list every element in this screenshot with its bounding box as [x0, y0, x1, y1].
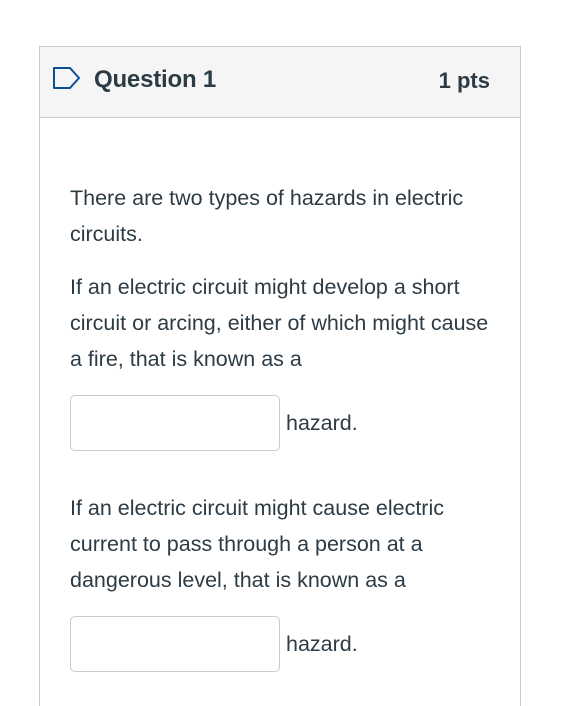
blank-1-row: hazard.: [70, 394, 498, 452]
flag-question-icon[interactable]: [52, 66, 82, 90]
question-title: Question 1: [94, 66, 217, 93]
prompt-1-text: If an electric circuit might develop a s…: [70, 275, 489, 371]
prompt-2-text: If an electric circuit might cause elect…: [70, 496, 444, 592]
blank-2-input[interactable]: [70, 616, 280, 672]
blank-1-suffix: hazard.: [286, 411, 358, 435]
blank-1-input[interactable]: [70, 395, 280, 451]
blank-2-suffix: hazard.: [286, 632, 358, 656]
question-header: Question 1 1 pts: [40, 47, 520, 118]
question-card: Question 1 1 pts There are two types of …: [39, 46, 521, 706]
question-body: There are two types of hazards in electr…: [40, 118, 520, 673]
blank-2-row: hazard.: [70, 615, 498, 673]
question-points: 1 pts: [438, 68, 490, 93]
intro-text: There are two types of hazards in electr…: [70, 186, 464, 246]
